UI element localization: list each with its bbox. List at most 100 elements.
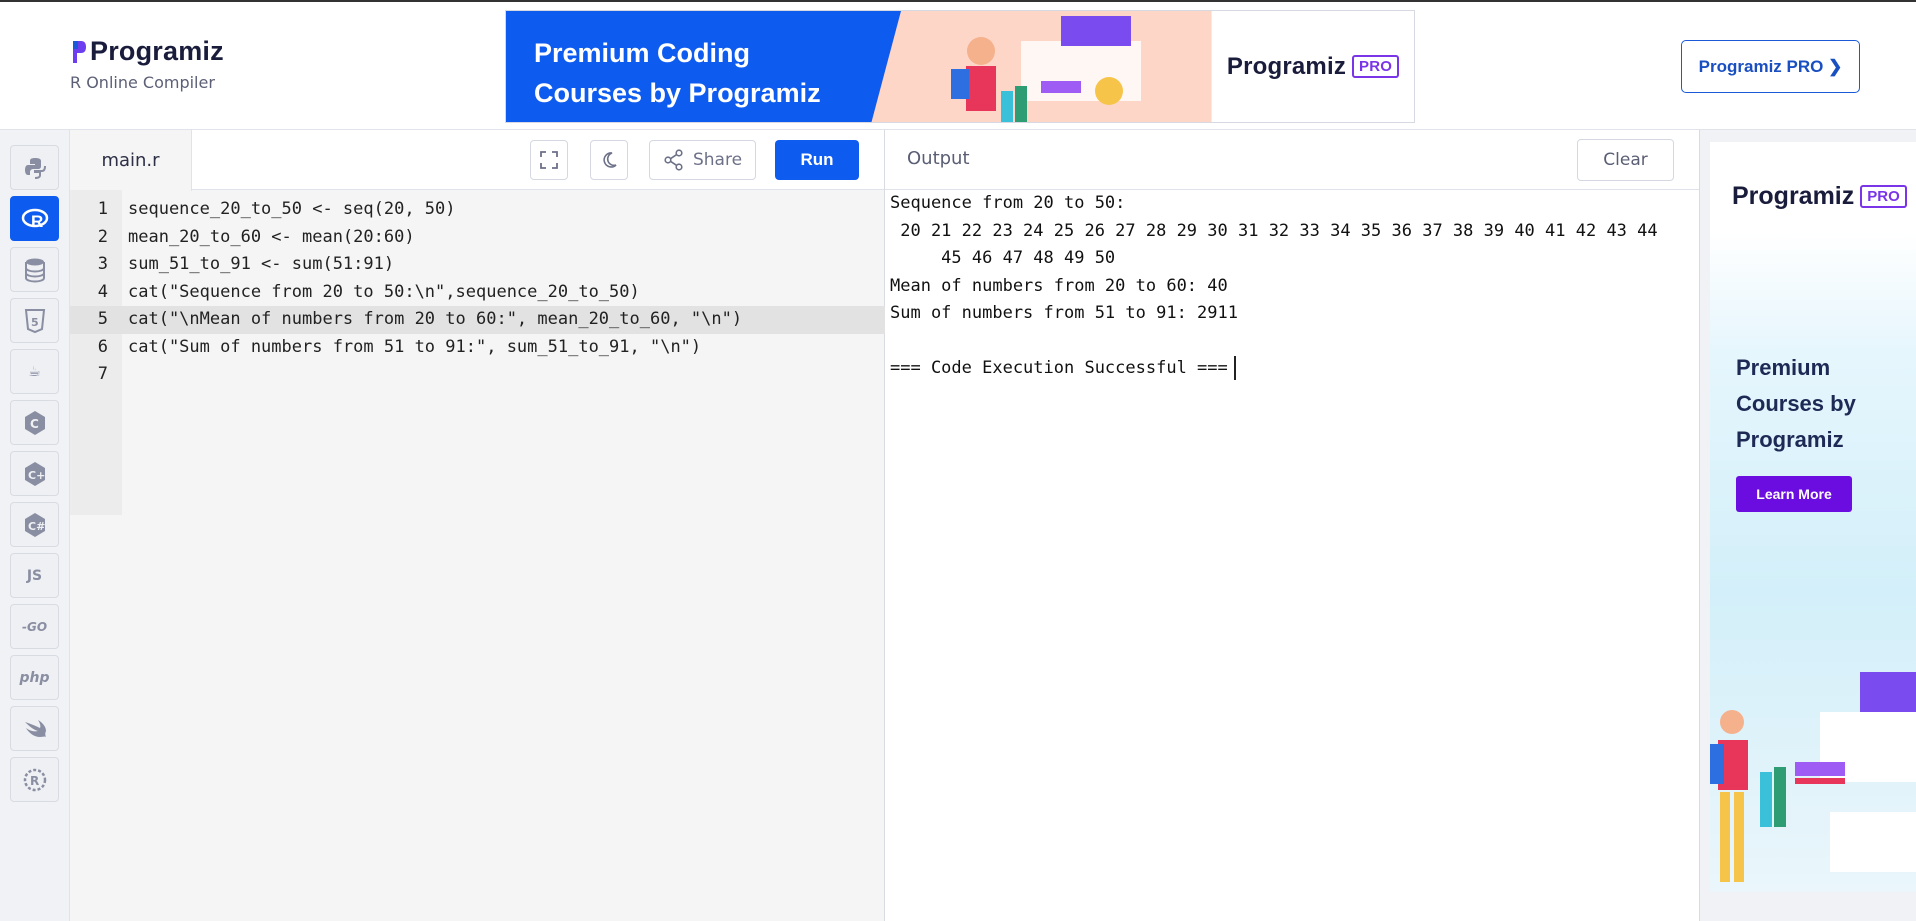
output-line: Sum of numbers from 51 to 91: 2911 [890,303,1238,323]
line-number: 4 [97,281,108,302]
java-icon: ☕ [28,363,41,380]
lang-python-button[interactable] [10,145,59,190]
lang-js-button[interactable]: JS [10,553,59,598]
run-button[interactable]: Run [775,140,859,180]
brand[interactable]: Programiz R Online Compiler [70,36,224,92]
output-line: 20 21 22 23 24 25 26 27 28 29 30 31 32 3… [890,220,1658,241]
code-line: 2 mean_20_to_60 <- mean(20:60) [70,224,885,252]
line-text: sequence_20_to_50 <- seq(20, 50) [128,199,456,219]
editor-toolbar: main.r Share Run [70,130,884,191]
output-line: Sequence from 20 to 50: [890,193,1126,213]
output-console[interactable]: Sequence from 20 to 50: 20 21 22 23 24 2… [890,190,1690,383]
programiz-pro-button[interactable]: Programiz PRO ❯ [1681,40,1860,93]
line-number: 3 [97,254,108,274]
banner-pro-tag: PRO [1352,55,1400,78]
line-text: sum_51_to_91 <- sum(51:91) [128,254,395,274]
code-line: 6 cat("Sum of numbers from 51 to 91:", su… [70,334,885,362]
course-banner[interactable]: Premium Coding Courses by Programiz Prog… [505,10,1415,123]
lang-php-button[interactable]: php [10,655,59,700]
text-cursor [1233,356,1236,380]
svg-text:C: C [30,417,39,431]
file-tab-main-r[interactable]: main.r [70,130,192,191]
lang-csharp-button[interactable]: C# [10,502,59,547]
line-text: mean_20_to_60 <- mean(20:60) [128,226,415,247]
csharp-icon: C# [24,512,45,537]
js-icon: JS [26,567,43,584]
top-header: Programiz R Online Compiler Premium Codi… [0,2,1916,130]
ad-logo-text: Programiz [1732,182,1855,210]
ad-programiz-logo: Programiz PRO [1732,182,1907,211]
line-number: 1 [97,199,108,219]
code-line: 3 sum_51_to_91 <- sum(51:91) [70,251,885,279]
svg-text:R: R [31,212,43,231]
output-line-success: === Code Execution Successful === [890,355,1690,383]
output-toolbar: Output Clear [885,130,1699,190]
banner-line-2: Courses by Programiz [534,78,821,108]
line-number: 5 [97,309,108,329]
banner-pro-logo: Programiz PRO [1226,52,1400,81]
line-number: 2 [97,226,108,247]
line-number: 6 [97,336,108,357]
lang-go-button[interactable]: -GO [10,604,59,649]
side-advertisement: Programiz PRO Premium Courses by Program… [1700,130,1916,921]
lang-c-button[interactable]: C [10,400,59,445]
dark-mode-button[interactable] [590,140,628,180]
code-line: 1 sequence_20_to_50 <- seq(20, 50) [70,196,885,224]
share-icon [664,149,683,171]
lang-r-button[interactable]: R [10,196,59,241]
moon-icon [603,152,617,168]
code-line: 7 [70,361,885,389]
fullscreen-button[interactable] [530,140,568,180]
ad-pro-tag: PRO [1860,185,1907,208]
swift-icon [24,719,46,737]
share-button[interactable]: Share [649,140,756,180]
python-icon [24,157,46,179]
ad-illustration [1710,672,1916,882]
rust-icon: R [23,768,46,791]
share-label: Share [692,150,743,170]
ad-card[interactable]: Programiz PRO Premium Courses by Program… [1710,142,1916,892]
line-number: 7 [97,364,108,384]
language-sidebar: R 5 ☕ C C+ C# JS -GO php R [0,130,70,921]
programiz-logo[interactable]: Programiz [70,36,224,67]
code-line-active: 5 cat("\nMean of numbers from 20 to 60:",… [70,306,885,334]
ad-title: Premium Courses by Programiz [1736,355,1856,452]
lang-html-button[interactable]: 5 [10,298,59,343]
line-text: cat("Sequence from 20 to 50:\n",sequence… [128,281,640,302]
php-icon: php [19,669,50,686]
banner-illustration [871,11,1211,122]
html5-icon: 5 [24,308,45,333]
output-line: Mean of numbers from 20 to 60: 40 [890,275,1228,296]
code-line: 4 cat("Sequence from 20 to 50:\n",sequenc… [70,279,885,307]
clear-button[interactable]: Clear [1577,139,1674,181]
lang-rust-button[interactable]: R [10,757,59,802]
r-icon: R [21,208,48,231]
svg-text:R: R [30,774,39,788]
output-title: Output [907,148,970,169]
lang-sql-button[interactable] [10,247,59,292]
line-text: cat("Sum of numbers from 51 to 91:", sum… [128,336,702,357]
lang-java-button[interactable]: ☕ [10,349,59,394]
programiz-logo-icon [73,40,86,63]
code-editor-panel: main.r Share Run 1 sequence_20_to_50 <- s… [70,130,885,921]
logo-text: Programiz [90,36,224,66]
cpp-icon: C+ [24,461,45,486]
code-area[interactable]: 1 sequence_20_to_50 <- seq(20, 50) 2 mean_… [70,196,885,389]
database-icon [24,258,45,283]
banner-line-1: Premium Coding [534,38,751,68]
output-line: 45 46 47 48 49 50 [890,248,1116,268]
go-icon: -GO [21,619,48,634]
svg-text:C+: C+ [28,469,45,482]
compiler-subtitle: R Online Compiler [70,73,215,92]
svg-text:C#: C# [28,520,45,533]
line-text: cat("\nMean of numbers from 20 to 60:", … [128,309,743,329]
banner-logo-text: Programiz [1226,52,1347,80]
svg-text:5: 5 [31,316,39,329]
learn-more-button[interactable]: Learn More [1736,476,1852,512]
output-panel: Output Clear Sequence from 20 to 50: 20 … [885,130,1700,921]
c-icon: C [24,410,45,435]
lang-swift-button[interactable] [10,706,59,751]
fullscreen-icon [540,151,558,169]
lang-cpp-button[interactable]: C+ [10,451,59,496]
